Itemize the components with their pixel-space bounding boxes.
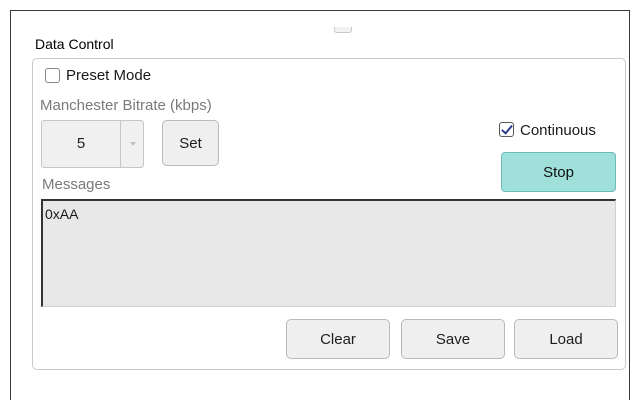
clear-button[interactable]: Clear (286, 319, 390, 359)
set-bitrate-button[interactable]: Set (162, 120, 219, 166)
bitrate-dropdown-button[interactable] (120, 121, 143, 167)
preset-mode-checkbox[interactable] (45, 68, 60, 83)
load-button[interactable]: Load (514, 319, 618, 359)
continuous-label: Continuous (520, 122, 596, 139)
bitrate-select[interactable]: 5 (41, 120, 144, 168)
message-line: 0xAA (45, 206, 79, 222)
messages-label: Messages (42, 176, 111, 193)
messages-textarea[interactable]: 0xAA (41, 199, 616, 307)
panel-title: Data Control (35, 36, 114, 52)
continuous-checkbox[interactable] (499, 122, 514, 137)
drag-grip-icon[interactable] (334, 27, 352, 33)
chevron-down-icon (130, 142, 136, 146)
stop-button[interactable]: Stop (501, 152, 616, 192)
save-button[interactable]: Save (401, 319, 505, 359)
preset-mode-label: Preset Mode (66, 67, 152, 84)
bitrate-label: Manchester Bitrate (kbps) (40, 97, 212, 114)
checkmark-icon (501, 122, 513, 135)
bitrate-selected-value: 5 (76, 135, 86, 152)
